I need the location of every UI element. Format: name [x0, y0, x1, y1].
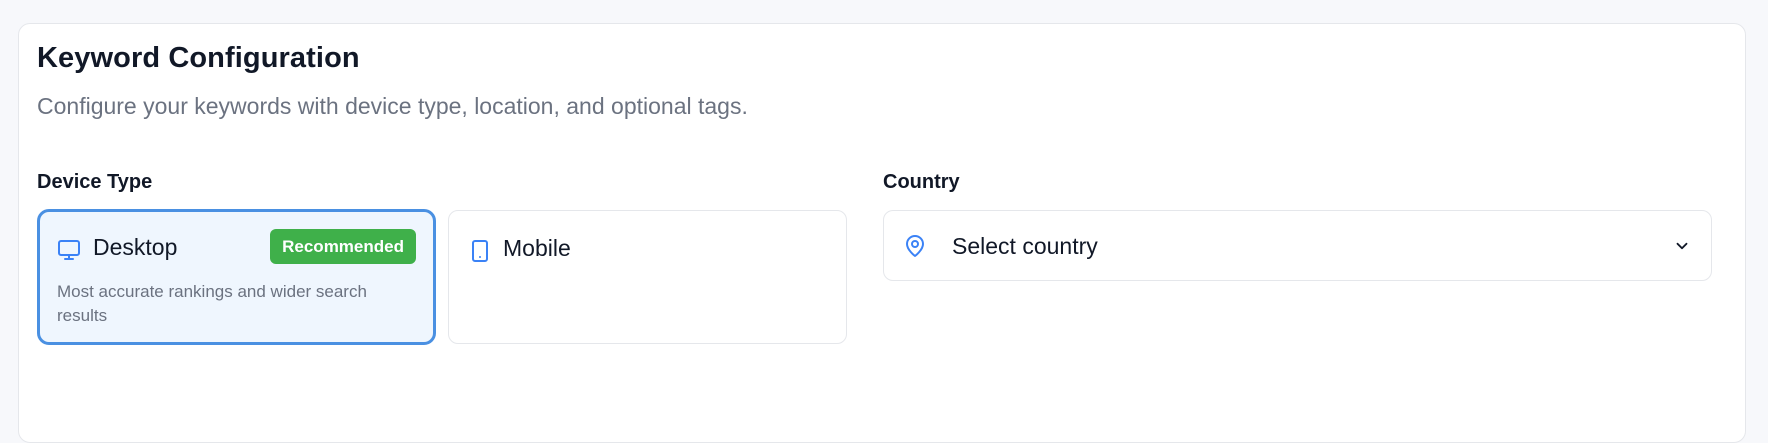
device-option-desktop[interactable]: Desktop Recommended Most accurate rankin…	[37, 209, 436, 345]
smartphone-icon	[468, 239, 492, 263]
chevron-down-icon	[1673, 237, 1691, 255]
monitor-icon	[57, 238, 81, 262]
recommended-badge: Recommended	[270, 229, 416, 264]
device-option-desktop-description: Most accurate rankings and wider search …	[57, 282, 367, 325]
country-select[interactable]: Select country	[883, 210, 1712, 281]
device-type-label: Device Type	[37, 171, 153, 193]
map-pin-icon	[903, 233, 927, 259]
section-subtitle: Configure your keywords with device type…	[37, 93, 748, 119]
device-option-mobile[interactable]: Mobile	[448, 210, 847, 344]
country-select-value: Select country	[952, 233, 1098, 259]
device-option-mobile-label: Mobile	[503, 235, 571, 261]
section-title: Keyword Configuration	[37, 42, 360, 74]
device-option-desktop-label: Desktop	[93, 234, 178, 260]
country-label: Country	[883, 171, 960, 193]
